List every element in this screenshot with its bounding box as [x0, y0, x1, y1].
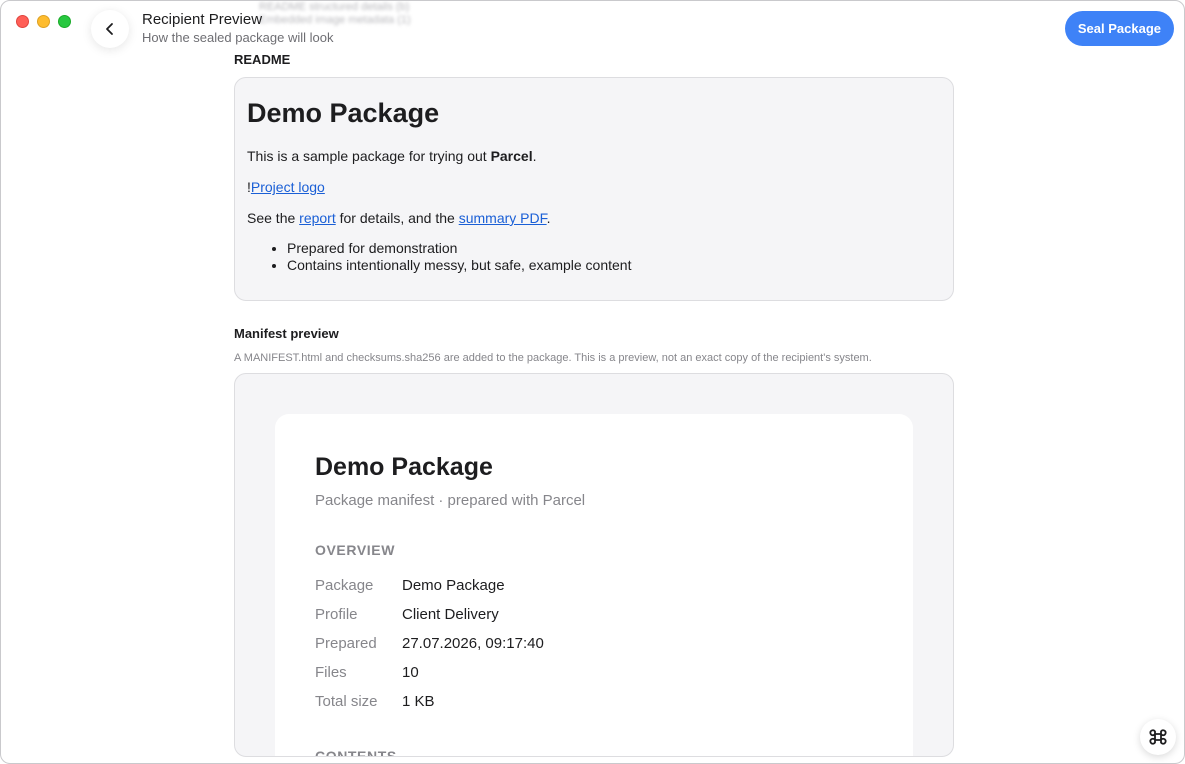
zoom-window-button[interactable] [58, 15, 71, 28]
row-value: Client Delivery [402, 606, 499, 623]
row-key: Total size [315, 693, 378, 710]
row-key: Prepared [315, 635, 377, 652]
minimize-window-button[interactable] [37, 15, 50, 28]
header-titles: Recipient Preview How the sealed package… [142, 11, 334, 47]
details-suffix: . [546, 210, 551, 226]
intro-bold: Parcel [490, 148, 533, 164]
close-window-button[interactable] [16, 15, 29, 28]
readme-details: See the report for details, and the summ… [247, 209, 941, 227]
page-subtitle: How the sealed package will look [142, 30, 334, 45]
seal-package-button[interactable]: Seal Package [1064, 11, 1174, 46]
readme-bullets: Prepared for demonstration Contains inte… [287, 240, 941, 274]
table-row: Profile Client Delivery [315, 600, 544, 629]
project-logo-link[interactable]: Project logo [251, 179, 325, 195]
table-row: Files 10 [315, 658, 544, 687]
manifest-subtitle: Package manifest · prepared with Parcel [315, 492, 586, 509]
row-value: 10 [402, 664, 419, 681]
chevron-left-icon [106, 23, 113, 35]
app-window: README structured details (b) Embedded i… [0, 0, 1185, 764]
overview-heading: OVERVIEW [315, 542, 396, 558]
readme-intro: This is a sample package for trying out … [247, 147, 941, 165]
table-row: Prepared 27.07.2026, 09:17:40 [315, 629, 544, 658]
command-icon [1149, 729, 1167, 745]
table-row: Package Demo Package [315, 571, 544, 600]
row-key: Profile [315, 606, 358, 623]
list-item: Contains intentionally messy, but safe, … [287, 257, 941, 274]
manifest-preview-frame[interactable]: Demo Package Package manifest · prepared… [234, 373, 954, 757]
manifest-note: A MANIFEST.html and checksums.sha256 are… [234, 352, 872, 364]
row-key: Files [315, 664, 347, 681]
readme-card: Demo Package This is a sample package fo… [234, 77, 954, 301]
table-row: Total size 1 KB [315, 687, 544, 716]
manifest-title: Demo Package [315, 453, 493, 481]
overview-table: Package Demo Package Profile Client Delive… [315, 571, 544, 716]
intro-suffix: . [532, 148, 537, 164]
details-prefix: See the [247, 210, 300, 226]
readme-label: README [234, 52, 291, 67]
manifest-document: Demo Package Package manifest · prepared… [275, 414, 913, 757]
window-controls [16, 15, 71, 28]
summary-pdf-link[interactable]: summary PDF [459, 210, 547, 226]
report-link[interactable]: report [299, 210, 336, 226]
row-value: 1 KB [402, 693, 435, 710]
readme-heading: Demo Package [247, 98, 440, 128]
row-value: Demo Package [402, 577, 505, 594]
details-middle: for details, and the [335, 210, 459, 226]
list-item: Prepared for demonstration [287, 240, 941, 257]
back-button[interactable] [91, 10, 129, 48]
contents-heading: CONTENTS [315, 748, 397, 757]
row-key: Package [315, 577, 374, 594]
manifest-label: Manifest preview [234, 326, 339, 341]
row-value: 27.07.2026, 09:17:40 [402, 635, 544, 652]
readme-image-line: !Project logo [247, 178, 941, 196]
page-title: Recipient Preview [142, 11, 263, 28]
intro-text: This is a sample package for trying out [247, 148, 491, 164]
command-button[interactable] [1140, 719, 1176, 755]
